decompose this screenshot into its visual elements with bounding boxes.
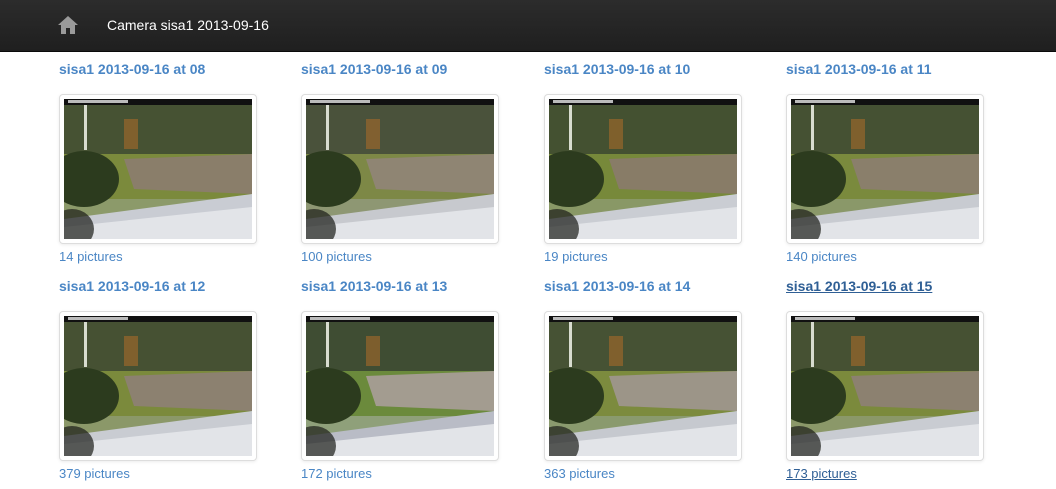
thumbnail-image [64, 99, 252, 239]
page-title: Camera sisa1 2013-09-16 [107, 17, 269, 33]
thumbnail-image [549, 99, 737, 239]
camera-thumbnail [791, 316, 979, 456]
camera-thumbnail [549, 316, 737, 456]
thumbnail-link[interactable] [301, 94, 499, 244]
picture-count-link[interactable]: 173 pictures [786, 465, 857, 483]
hour-link[interactable]: sisa1 2013-09-16 at 15 [786, 277, 932, 295]
picture-count-link[interactable]: 172 pictures [301, 465, 372, 483]
hour-link[interactable]: sisa1 2013-09-16 at 13 [301, 277, 447, 295]
gallery-item: sisa1 2013-09-16 at 08 14 pictures [59, 60, 279, 270]
home-icon [58, 16, 78, 34]
thumbnail-image [306, 99, 494, 239]
thumbnail-link[interactable] [301, 311, 499, 461]
picture-count-link[interactable]: 100 pictures [301, 248, 372, 266]
hour-link[interactable]: sisa1 2013-09-16 at 10 [544, 60, 690, 78]
thumbnail-link[interactable] [544, 311, 742, 461]
gallery-grid: sisa1 2013-09-16 at 08 14 pictures sisa1 2… [0, 52, 1056, 489]
thumbnail-link[interactable] [59, 94, 257, 244]
thumbnail-link[interactable] [786, 94, 984, 244]
thumbnail-image [306, 316, 494, 456]
camera-thumbnail [549, 99, 737, 239]
home-button[interactable] [56, 13, 80, 37]
camera-thumbnail [306, 99, 494, 239]
picture-count-link[interactable]: 363 pictures [544, 465, 615, 483]
top-navbar: Camera sisa1 2013-09-16 [0, 0, 1056, 52]
camera-thumbnail [306, 316, 494, 456]
camera-thumbnail [64, 99, 252, 239]
picture-count-link[interactable]: 140 pictures [786, 248, 857, 266]
hour-link[interactable]: sisa1 2013-09-16 at 14 [544, 277, 690, 295]
thumbnail-image [791, 316, 979, 456]
camera-thumbnail [64, 316, 252, 456]
thumbnail-image [549, 316, 737, 456]
picture-count-link[interactable]: 379 pictures [59, 465, 130, 483]
gallery-item: sisa1 2013-09-16 at 10 19 pictures [544, 60, 764, 270]
hour-link[interactable]: sisa1 2013-09-16 at 11 [786, 60, 932, 78]
gallery-item: sisa1 2013-09-16 at 12 379 pictures [59, 277, 279, 487]
gallery-item: sisa1 2013-09-16 at 13 172 pictures [301, 277, 521, 487]
picture-count-link[interactable]: 14 pictures [59, 248, 123, 266]
gallery-item: sisa1 2013-09-16 at 15 173 pictures [786, 277, 1006, 487]
hour-link[interactable]: sisa1 2013-09-16 at 09 [301, 60, 447, 78]
hour-link[interactable]: sisa1 2013-09-16 at 12 [59, 277, 205, 295]
gallery-item: sisa1 2013-09-16 at 14 363 pictures [544, 277, 764, 487]
hour-link[interactable]: sisa1 2013-09-16 at 08 [59, 60, 205, 78]
picture-count-link[interactable]: 19 pictures [544, 248, 608, 266]
thumbnail-link[interactable] [59, 311, 257, 461]
thumbnail-image [791, 99, 979, 239]
gallery-item: sisa1 2013-09-16 at 11 140 pictures [786, 60, 1006, 270]
camera-thumbnail [791, 99, 979, 239]
thumbnail-link[interactable] [544, 94, 742, 244]
gallery-item: sisa1 2013-09-16 at 09 100 pictures [301, 60, 521, 270]
thumbnail-link[interactable] [786, 311, 984, 461]
thumbnail-image [64, 316, 252, 456]
